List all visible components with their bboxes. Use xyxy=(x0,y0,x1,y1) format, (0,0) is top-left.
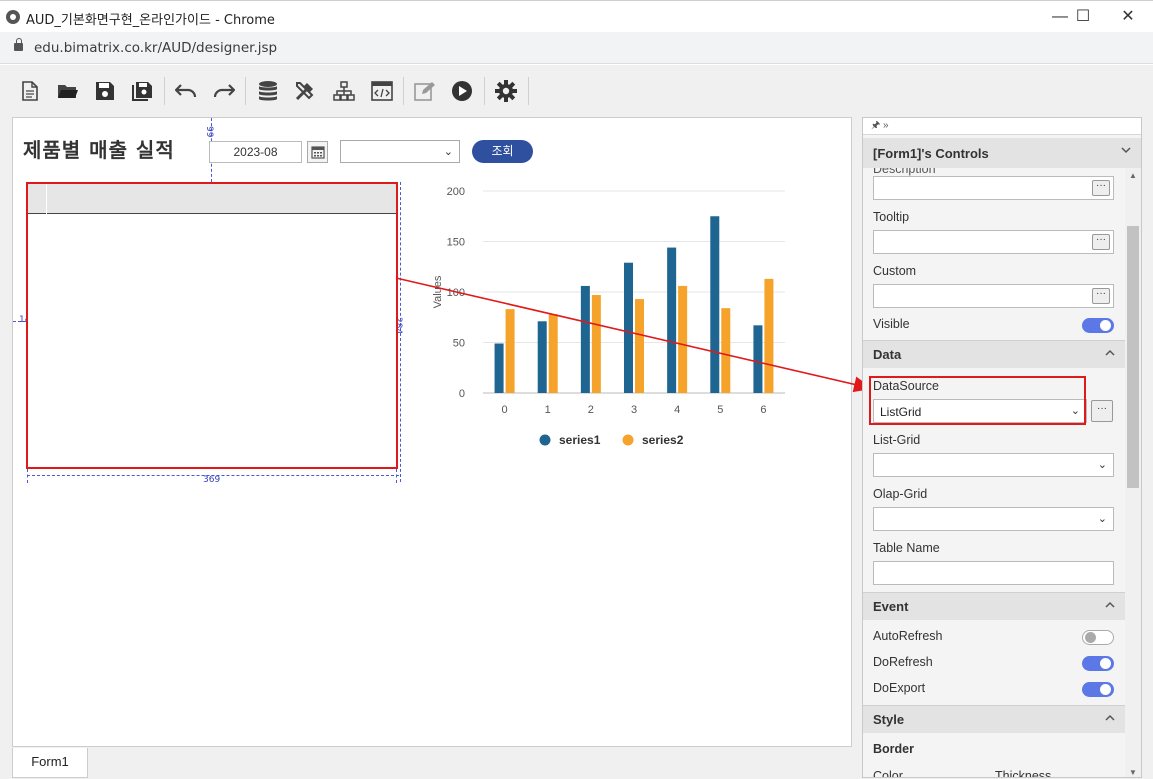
thickness-label: Thickness xyxy=(995,769,1052,778)
maximize-button[interactable]: ☐ xyxy=(1060,1,1106,33)
listgrid-label: List-Grid xyxy=(873,433,921,447)
designer-app: 제품별 매출 실적 99 14 284 369 2023-08 ⌄ 조회 0 50… xyxy=(0,65,1153,779)
datasource-ellipsis-button[interactable]: ··· xyxy=(1091,400,1113,422)
tooltip-label: Tooltip xyxy=(873,210,910,224)
color-label: Color xyxy=(873,769,903,778)
section-style[interactable]: Style xyxy=(863,705,1125,733)
listgrid-select[interactable]: ⌄ xyxy=(873,453,1114,477)
description-label: Description xyxy=(873,168,936,176)
chevron-up-icon xyxy=(1105,714,1115,721)
panel-content: Description ··· Tooltip ··· Custom ··· V… xyxy=(863,168,1125,778)
chevron-up-icon xyxy=(1105,349,1115,356)
border-label: Border xyxy=(873,742,914,756)
scroll-up-icon[interactable]: ▲ xyxy=(1129,171,1137,180)
ellipsis-button[interactable]: ··· xyxy=(1092,180,1110,196)
panel-header-title: [Form1]'s Controls xyxy=(873,146,989,161)
scroll-down-icon[interactable]: ▼ xyxy=(1129,768,1137,777)
doexport-label: DoExport xyxy=(873,681,926,695)
chevron-down-icon: ⌄ xyxy=(1097,513,1107,525)
tablename-label: Table Name xyxy=(873,541,940,555)
custom-label: Custom xyxy=(873,264,917,278)
highlight-box xyxy=(869,376,1086,425)
tablename-input[interactable] xyxy=(873,561,1114,585)
window-title: AUD_기본화면구현_온라인가이드 - Chrome xyxy=(26,13,275,28)
chevron-up-icon xyxy=(1105,601,1115,608)
section-data[interactable]: Data xyxy=(863,340,1125,368)
doexport-toggle[interactable] xyxy=(1082,682,1114,697)
address-bar[interactable]: edu.bimatrix.co.kr/AUD/designer.jsp xyxy=(0,32,1153,64)
url-text[interactable]: edu.bimatrix.co.kr/AUD/designer.jsp xyxy=(34,40,277,56)
window-titlebar: AUD_기본화면구현_온라인가이드 - Chrome — ☐ ✕ xyxy=(0,0,1153,32)
visible-toggle[interactable] xyxy=(1082,318,1114,333)
chrome-logo-icon xyxy=(6,10,20,24)
section-data-title: Data xyxy=(873,347,902,362)
olapgrid-select[interactable]: ⌄ xyxy=(873,507,1114,531)
description-input[interactable]: ··· xyxy=(873,176,1114,200)
ellipsis-button[interactable]: ··· xyxy=(1092,234,1110,250)
panel-scrollbar[interactable]: ▲ ▼ xyxy=(1125,168,1141,777)
close-button[interactable]: ✕ xyxy=(1105,1,1151,33)
lock-icon xyxy=(14,38,23,51)
section-event-title: Event xyxy=(873,599,909,614)
dorefresh-label: DoRefresh xyxy=(873,655,933,669)
chevron-down-icon: ⌄ xyxy=(1097,459,1107,471)
dorefresh-toggle[interactable] xyxy=(1082,656,1114,671)
tooltip-input[interactable]: ··· xyxy=(873,230,1114,254)
panel-pin-bar[interactable]: 🖈 » xyxy=(863,118,1141,135)
autorefresh-label: AutoRefresh xyxy=(873,629,943,643)
panel-header[interactable]: [Form1]'s Controls xyxy=(863,138,1141,168)
autorefresh-toggle[interactable] xyxy=(1082,630,1114,645)
scroll-thumb[interactable] xyxy=(1127,226,1139,488)
section-style-title: Style xyxy=(873,712,905,727)
visible-label: Visible xyxy=(873,317,910,331)
section-event[interactable]: Event xyxy=(863,592,1125,620)
ellipsis-button[interactable]: ··· xyxy=(1092,288,1110,304)
olapgrid-label: Olap-Grid xyxy=(873,487,928,501)
chevron-down-icon xyxy=(1121,147,1131,154)
custom-input[interactable]: ··· xyxy=(873,284,1114,308)
properties-panel: 🖈 » [Form1]'s Controls Description ··· T… xyxy=(862,117,1142,778)
